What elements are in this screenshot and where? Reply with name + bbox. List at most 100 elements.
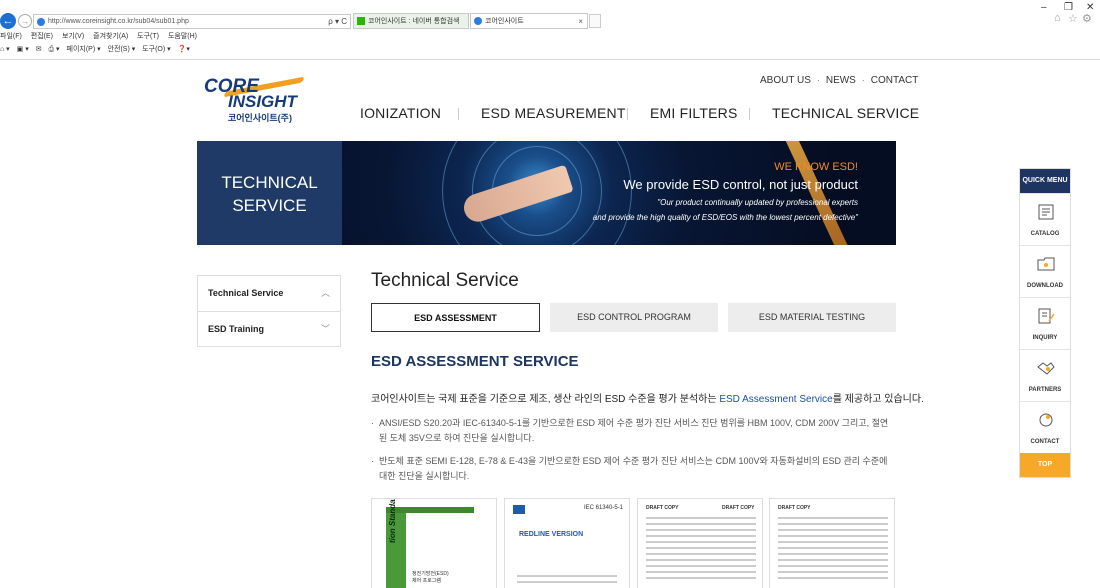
tab-esd-assessment[interactable]: ESD ASSESSMENT [371, 303, 540, 332]
minimize-button[interactable]: – [1041, 2, 1047, 13]
settings-icon[interactable]: ⚙ [1082, 12, 1092, 25]
forward-button[interactable]: → [18, 14, 32, 28]
gnb-technical-service[interactable]: TECHNICAL SERVICE [772, 105, 919, 121]
back-button[interactable]: ← [0, 13, 16, 29]
quick-menu: QUICK MENU CATALOG DOWNLOAD INQUIRY PART… [1019, 168, 1071, 478]
favorites-icon[interactable]: ☆ [1068, 12, 1078, 25]
gnb-emi-filters[interactable]: EMI FILTERS [650, 105, 738, 121]
banner-quote-line2: and provide the high quality of ESD/EOS … [592, 213, 858, 222]
top-link-separator: · [861, 75, 865, 86]
quick-menu-label: DOWNLOAD [1027, 283, 1063, 289]
gnb-divider [627, 108, 628, 120]
feeds-icon[interactable]: ▣ ▾ [17, 46, 29, 53]
home-icon[interactable]: ⌂ [1054, 12, 1061, 24]
home-icon[interactable]: ⌂ ▾ [0, 46, 10, 53]
cmd-tools[interactable]: 도구(O) ▾ [142, 46, 170, 53]
tab-label: 코어인사이트 [485, 18, 524, 25]
cmd-page[interactable]: 페이지(P) ▾ [67, 46, 101, 53]
tab-esd-material-testing[interactable]: ESD MATERIAL TESTING [728, 303, 896, 332]
print-icon[interactable]: ⎙ ▾ [49, 46, 60, 53]
hero-banner: TECHNICAL SERVICE WE KNOW ESD! We provid… [197, 141, 896, 245]
quick-menu-contact[interactable]: CONTACT [1020, 401, 1070, 453]
browser-chrome: ← → http://www.coreinsight.co.kr/sub04/s… [0, 0, 1100, 60]
site-logo[interactable]: CORE INSIGHT 코어인사이트(주) [198, 76, 308, 126]
page-title: Technical Service [371, 270, 519, 291]
sidebar-item-label: Technical Service [208, 288, 284, 298]
top-link-separator: · [816, 75, 821, 86]
menu-edit[interactable]: 편집(E) [31, 33, 53, 40]
browser-tab-naver[interactable]: 코어인사이트 : 네이버 통합검색 [353, 13, 469, 29]
chevron-up-icon: ︿ [320, 288, 330, 298]
scroll-top-button[interactable]: TOP [1020, 453, 1070, 477]
sidebar-item-esd-training[interactable]: ESD Training ﹀ [198, 311, 340, 346]
document-thumbnail[interactable]: IEC 61340-5-1 REDLINE VERSION [504, 498, 630, 588]
gnb-esd-measurement[interactable]: ESD MEASUREMENT [481, 105, 626, 121]
bullet-item: ANSI/ESD S20.20과 IEC-61340-5-1를 기반으로한 ES… [371, 416, 891, 446]
intro-highlight: ESD Assessment Service [719, 394, 833, 405]
browser-tab-coreinsight[interactable]: 코어인사이트 × [470, 13, 588, 29]
banner-headline: We provide ESD control, not just product [623, 177, 858, 192]
menu-help[interactable]: 도움말(H) [168, 33, 197, 40]
quick-menu-inquiry[interactable]: INQUIRY [1020, 297, 1070, 349]
menu-favorites[interactable]: 즐겨찾기(A) [93, 33, 128, 40]
ie-page-icon [474, 17, 482, 25]
tab-esd-control-program[interactable]: ESD CONTROL PROGRAM [550, 303, 718, 332]
banner-tagline: WE KNOW ESD! [774, 161, 858, 173]
doc-korean-title: 정전기방전(ESD) 제어 프로그램 [412, 571, 449, 584]
doc-cover-bar: tion Standard [386, 499, 406, 588]
intro-after: 를 제공하고 있습니다. [832, 394, 924, 405]
link-about-us[interactable]: ABOUT US [760, 75, 811, 86]
doc-text-lines [772, 513, 894, 579]
intro-text: 코어인사이트는 국제 표준을 기준으로 제조, 생산 라인의 ESD 수준을 평… [371, 390, 924, 405]
new-tab-button[interactable] [589, 14, 601, 28]
banner-title: TECHNICAL SERVICE [197, 171, 342, 217]
tab-close-icon[interactable]: × [578, 14, 583, 29]
cmd-safety[interactable]: 안전(S) ▾ [108, 46, 136, 53]
document-thumbnail[interactable]: DRAFT COPY [769, 498, 895, 588]
banner-title-box: TECHNICAL SERVICE [197, 141, 342, 245]
command-bar: ⌂ ▾ ▣ ▾ ✉ ⎙ ▾ 페이지(P) ▾ 안전(S) ▾ 도구(O) ▾ ❓… [0, 44, 195, 54]
section-title: ESD ASSESSMENT SERVICE [371, 353, 579, 370]
menu-view[interactable]: 보기(V) [62, 33, 84, 40]
quick-menu-label: CATALOG [1030, 231, 1060, 237]
gnb-divider [749, 108, 750, 120]
menu-tools[interactable]: 도구(T) [137, 33, 159, 40]
quick-menu-title: QUICK MENU [1020, 169, 1070, 193]
address-bar[interactable]: http://www.coreinsight.co.kr/sub04/sub01… [33, 14, 351, 29]
banner-title-line2: SERVICE [232, 196, 307, 215]
doc-text-lines [640, 513, 762, 579]
mail-icon[interactable]: ✉ [36, 46, 42, 53]
bullet-item: 반도체 표준 SEMI E-128, E-78 & E-43을 기반으로한 ES… [371, 454, 891, 484]
quick-menu-download[interactable]: DOWNLOAD [1020, 245, 1070, 297]
menu-file[interactable]: 파일(F) [0, 33, 22, 40]
quick-menu-label: INQUIRY [1032, 335, 1058, 341]
banner-streak [785, 141, 851, 245]
intro-before: 코어인사이트는 국제 표준을 기준으로 제조, 생산 라인의 ESD 수준을 평… [371, 394, 720, 405]
quick-menu-catalog[interactable]: CATALOG [1020, 193, 1070, 245]
address-controls[interactable]: ρ ▾ C [328, 15, 347, 28]
gnb-ionization[interactable]: IONIZATION [360, 105, 441, 121]
document-thumbnail[interactable]: DRAFT COPY DRAFT COPY [637, 498, 763, 588]
chevron-down-icon: ﹀ [320, 324, 330, 334]
doc-code: IEC 61340-5-1 [583, 505, 623, 511]
tab-label: 코어인사이트 : 네이버 통합검색 [368, 18, 460, 25]
banner-title-line1: TECHNICAL [221, 173, 318, 192]
help-icon[interactable]: ❓▾ [178, 46, 190, 53]
document-thumbnail[interactable]: tion Standard 정전기방전(ESD) 제어 프로그램 [371, 498, 497, 588]
doc-text-lines [511, 571, 623, 583]
logo-insight: INSIGHT [228, 92, 297, 111]
top-links: ABOUT US · NEWS · CONTACT [760, 75, 918, 86]
handshake-icon [1037, 362, 1055, 375]
link-contact[interactable]: CONTACT [871, 75, 919, 86]
quick-menu-label: PARTNERS [1028, 387, 1062, 393]
link-news[interactable]: NEWS [826, 75, 856, 86]
phone-icon [1039, 413, 1053, 427]
quick-menu-partners[interactable]: PARTNERS [1020, 349, 1070, 401]
iec-logo-icon [513, 505, 525, 514]
doc-draft-label: DRAFT COPY [778, 505, 811, 511]
sidebar-item-technical-service[interactable]: Technical Service ︿ [198, 276, 340, 311]
pencil-doc-icon [1038, 308, 1055, 324]
doc-draft-label: DRAFT COPY [646, 505, 679, 511]
menu-bar: 파일(F) 편집(E) 보기(V) 즐겨찾기(A) 도구(T) 도움말(H) [0, 31, 204, 41]
catalog-icon [1038, 204, 1054, 220]
